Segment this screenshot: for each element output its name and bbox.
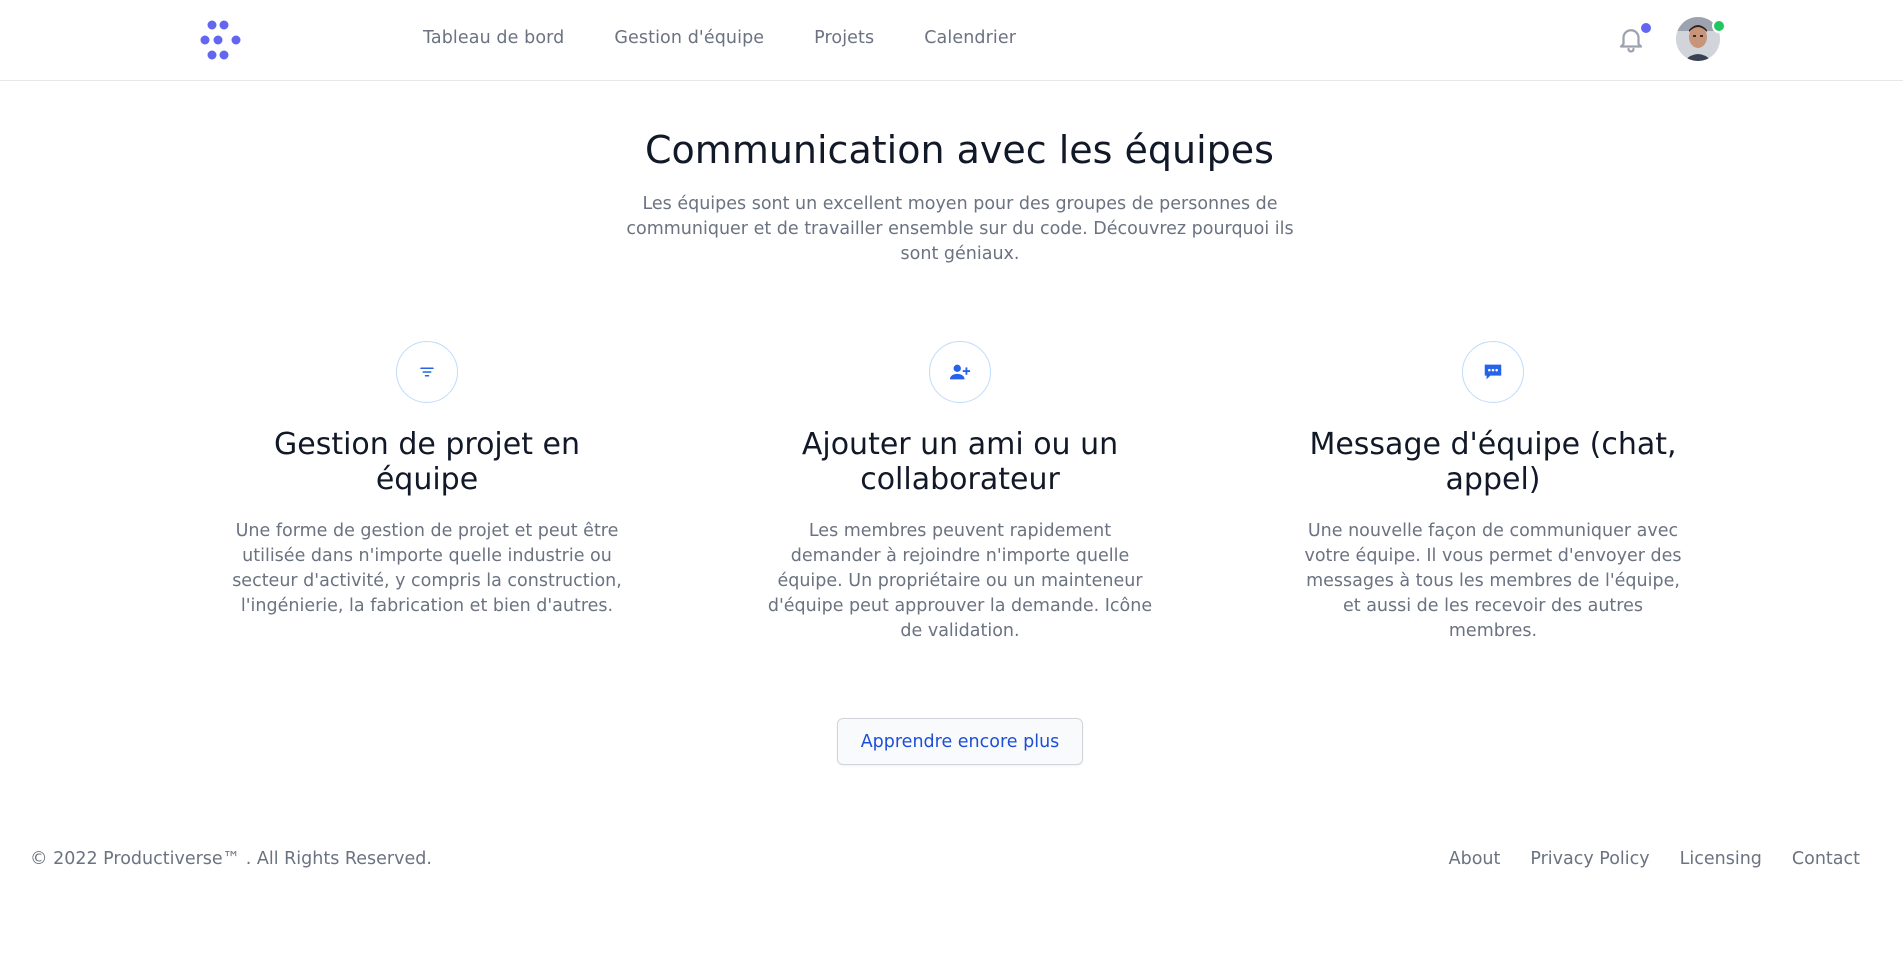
- page-title: Communication avec les équipes: [645, 128, 1274, 172]
- feature-description: Les membres peuvent rapidement demander …: [767, 521, 1153, 641]
- main-nav: Tableau de bord Gestion d'équipe Projets…: [423, 28, 1016, 48]
- feature-card-message-equipe: Message d'équipe (chat, appel) Une nouve…: [1293, 341, 1693, 644]
- footer-link-licensing[interactable]: Licensing: [1680, 849, 1762, 869]
- filter-lines-icon: [396, 341, 458, 403]
- top-navbar: Tableau de bord Gestion d'équipe Projets…: [0, 0, 1903, 81]
- nav-item-gestion-equipe[interactable]: Gestion d'équipe: [614, 28, 764, 48]
- productiverse-logo-icon[interactable]: [200, 20, 244, 60]
- learn-more-button[interactable]: Apprendre encore plus: [837, 718, 1083, 765]
- footer-link-about[interactable]: About: [1449, 849, 1501, 869]
- feature-title: Gestion de projet en équipe: [273, 427, 580, 497]
- footer-link-contact[interactable]: Contact: [1792, 849, 1860, 869]
- footer-copyright: © 2022 Productiverse™ . All Rights Reser…: [30, 849, 432, 869]
- nav-item-calendrier[interactable]: Calendrier: [924, 28, 1016, 48]
- user-add-icon: [929, 341, 991, 403]
- feature-card-gestion-projet: Gestion de projet en équipe Une forme de…: [227, 341, 627, 619]
- footer-link-privacy-policy[interactable]: Privacy Policy: [1530, 849, 1649, 869]
- feature-title: Message d'équipe (chat, appel): [1309, 427, 1677, 497]
- page-subtitle: Les équipes sont un excellent moyen pour…: [626, 194, 1294, 264]
- chat-bubble-icon: [1462, 341, 1524, 403]
- feature-title: Ajouter un ami ou un collaborateur: [801, 427, 1119, 497]
- notification-badge: [1641, 23, 1651, 33]
- feature-card-ajouter-ami: Ajouter un ami ou un collaborateur Les m…: [760, 341, 1160, 644]
- feature-description: Une forme de gestion de projet et peut ê…: [232, 521, 622, 616]
- nav-item-projets[interactable]: Projets: [814, 28, 874, 48]
- online-status-dot: [1712, 19, 1726, 33]
- feature-description: Une nouvelle façon de communiquer avec v…: [1304, 521, 1682, 641]
- footer-links: About Privacy Policy Licensing Contact: [1449, 849, 1860, 869]
- nav-item-tableau-de-bord[interactable]: Tableau de bord: [423, 28, 564, 48]
